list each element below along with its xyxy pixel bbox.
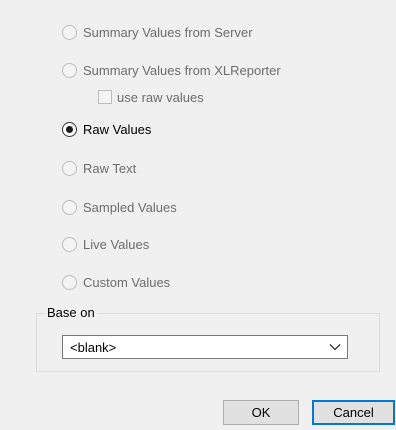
radio-live-values: Live Values	[62, 234, 149, 254]
radio-label: Summary Values from XLReporter	[83, 62, 281, 78]
base-on-dropdown[interactable]: <blank>	[62, 335, 348, 359]
radio-custom-values: Custom Values	[62, 272, 170, 292]
cancel-button[interactable]: Cancel	[312, 400, 395, 425]
radio-summary-server: Summary Values from Server	[62, 22, 253, 42]
radio-circle	[62, 236, 77, 252]
checkbox-label: use raw values	[117, 89, 204, 105]
chevron-down-icon[interactable]	[323, 336, 347, 358]
radio-label: Summary Values from Server	[83, 24, 253, 40]
radio-circle[interactable]	[62, 121, 77, 137]
radio-label: Sampled Values	[83, 199, 177, 215]
radio-circle	[62, 24, 77, 40]
checkbox-box	[98, 90, 112, 104]
dropdown-selected-value: <blank>	[70, 339, 117, 355]
radio-label[interactable]: Raw Values	[83, 122, 151, 137]
radio-circle	[62, 274, 77, 290]
radio-sampled-values: Sampled Values	[62, 197, 177, 217]
radio-circle	[62, 160, 77, 176]
radio-circle	[62, 62, 77, 78]
radio-circle	[62, 199, 77, 215]
ok-button[interactable]: OK	[223, 400, 299, 425]
radio-label: Custom Values	[83, 274, 171, 290]
radio-summary-xlreporter: Summary Values from XLReporter	[62, 60, 281, 80]
radio-raw-text: Raw Text	[62, 158, 136, 178]
base-on-legend: Base on	[44, 305, 98, 320]
use-raw-values-checkbox: use raw values	[98, 88, 204, 106]
radio-label: Raw Text	[83, 160, 137, 176]
radio-raw-values[interactable]: Raw Values	[62, 119, 151, 139]
radio-label: Live Values	[83, 236, 150, 252]
